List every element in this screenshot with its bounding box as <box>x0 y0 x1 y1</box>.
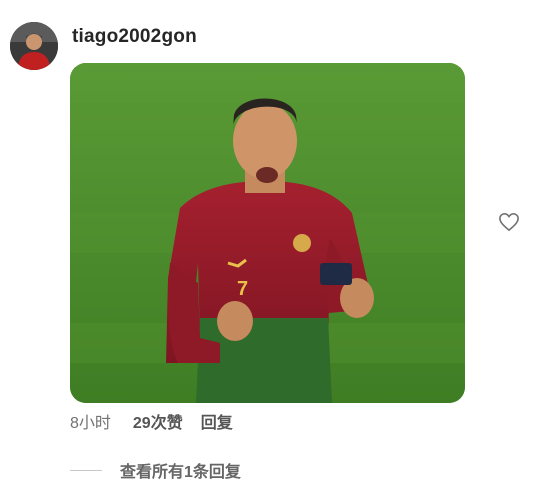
reply-button[interactable]: 回复 <box>201 409 233 433</box>
comment-time: 8小时 <box>70 415 111 432</box>
svg-text:7: 7 <box>237 278 248 300</box>
like-button[interactable] <box>498 212 520 232</box>
view-replies-label[interactable]: 查看所有1条回复 <box>120 458 241 482</box>
username[interactable]: tiago2002gon <box>72 26 197 48</box>
heart-outline-icon <box>499 212 519 232</box>
likes-count[interactable]: 29次赞 <box>133 409 183 433</box>
replies-divider <box>70 469 102 471</box>
comment-meta: 8小时 29次赞 回复 <box>70 409 233 433</box>
avatar[interactable] <box>10 22 58 70</box>
comment-photo[interactable]: 7 <box>70 63 465 403</box>
view-replies[interactable]: 查看所有1条回复 <box>70 458 241 482</box>
